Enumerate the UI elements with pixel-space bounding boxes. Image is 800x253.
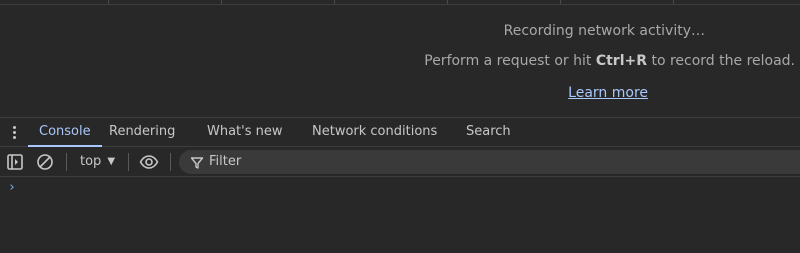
tab-network-conditions[interactable]: Network conditions [312,118,437,146]
context-selector[interactable]: top ▼ [80,153,115,171]
reload-shortcut: Ctrl+R [595,53,648,69]
toolbar-divider [170,153,171,171]
toolbar-divider [128,153,129,171]
toolbar-divider [66,153,67,171]
recording-status-text: Recording network activity… [503,23,705,39]
console-prompt[interactable]: › [8,180,16,195]
tab-console[interactable]: Console [28,118,102,147]
tab-whats-new[interactable]: What's new [207,118,283,146]
tab-search[interactable]: Search [466,118,511,146]
filter-icon [190,155,204,169]
devtools-window: Recording network activity… Perform a re… [0,0,800,253]
learn-more-link[interactable]: Learn more [568,85,648,101]
more-vert-icon[interactable] [6,124,22,140]
context-value: top [80,154,102,169]
network-panel: Recording network activity… Perform a re… [0,0,800,117]
network-header-border [0,4,800,5]
network-empty-state: Recording network activity… Perform a re… [295,14,795,114]
drawer-tab-bar: Console Rendering What's new Network con… [0,117,800,147]
record-hint-text: Perform a request or hit Ctrl+R to recor… [424,53,795,69]
tab-rendering[interactable]: Rendering [109,118,175,146]
caret-down-icon: ▼ [107,156,116,167]
filter-input[interactable]: Filter [179,150,800,174]
hint-suffix: to record the reload. [647,53,795,69]
eye-icon[interactable] [139,153,159,171]
console-toolbar: top ▼ Filter [0,147,800,177]
sidebar-toggle-icon[interactable] [6,153,24,171]
filter-placeholder: Filter [209,154,242,169]
hint-prefix: Perform a request or hit [424,53,596,69]
clear-console-icon[interactable] [36,153,54,171]
console-output[interactable]: › [0,177,800,253]
